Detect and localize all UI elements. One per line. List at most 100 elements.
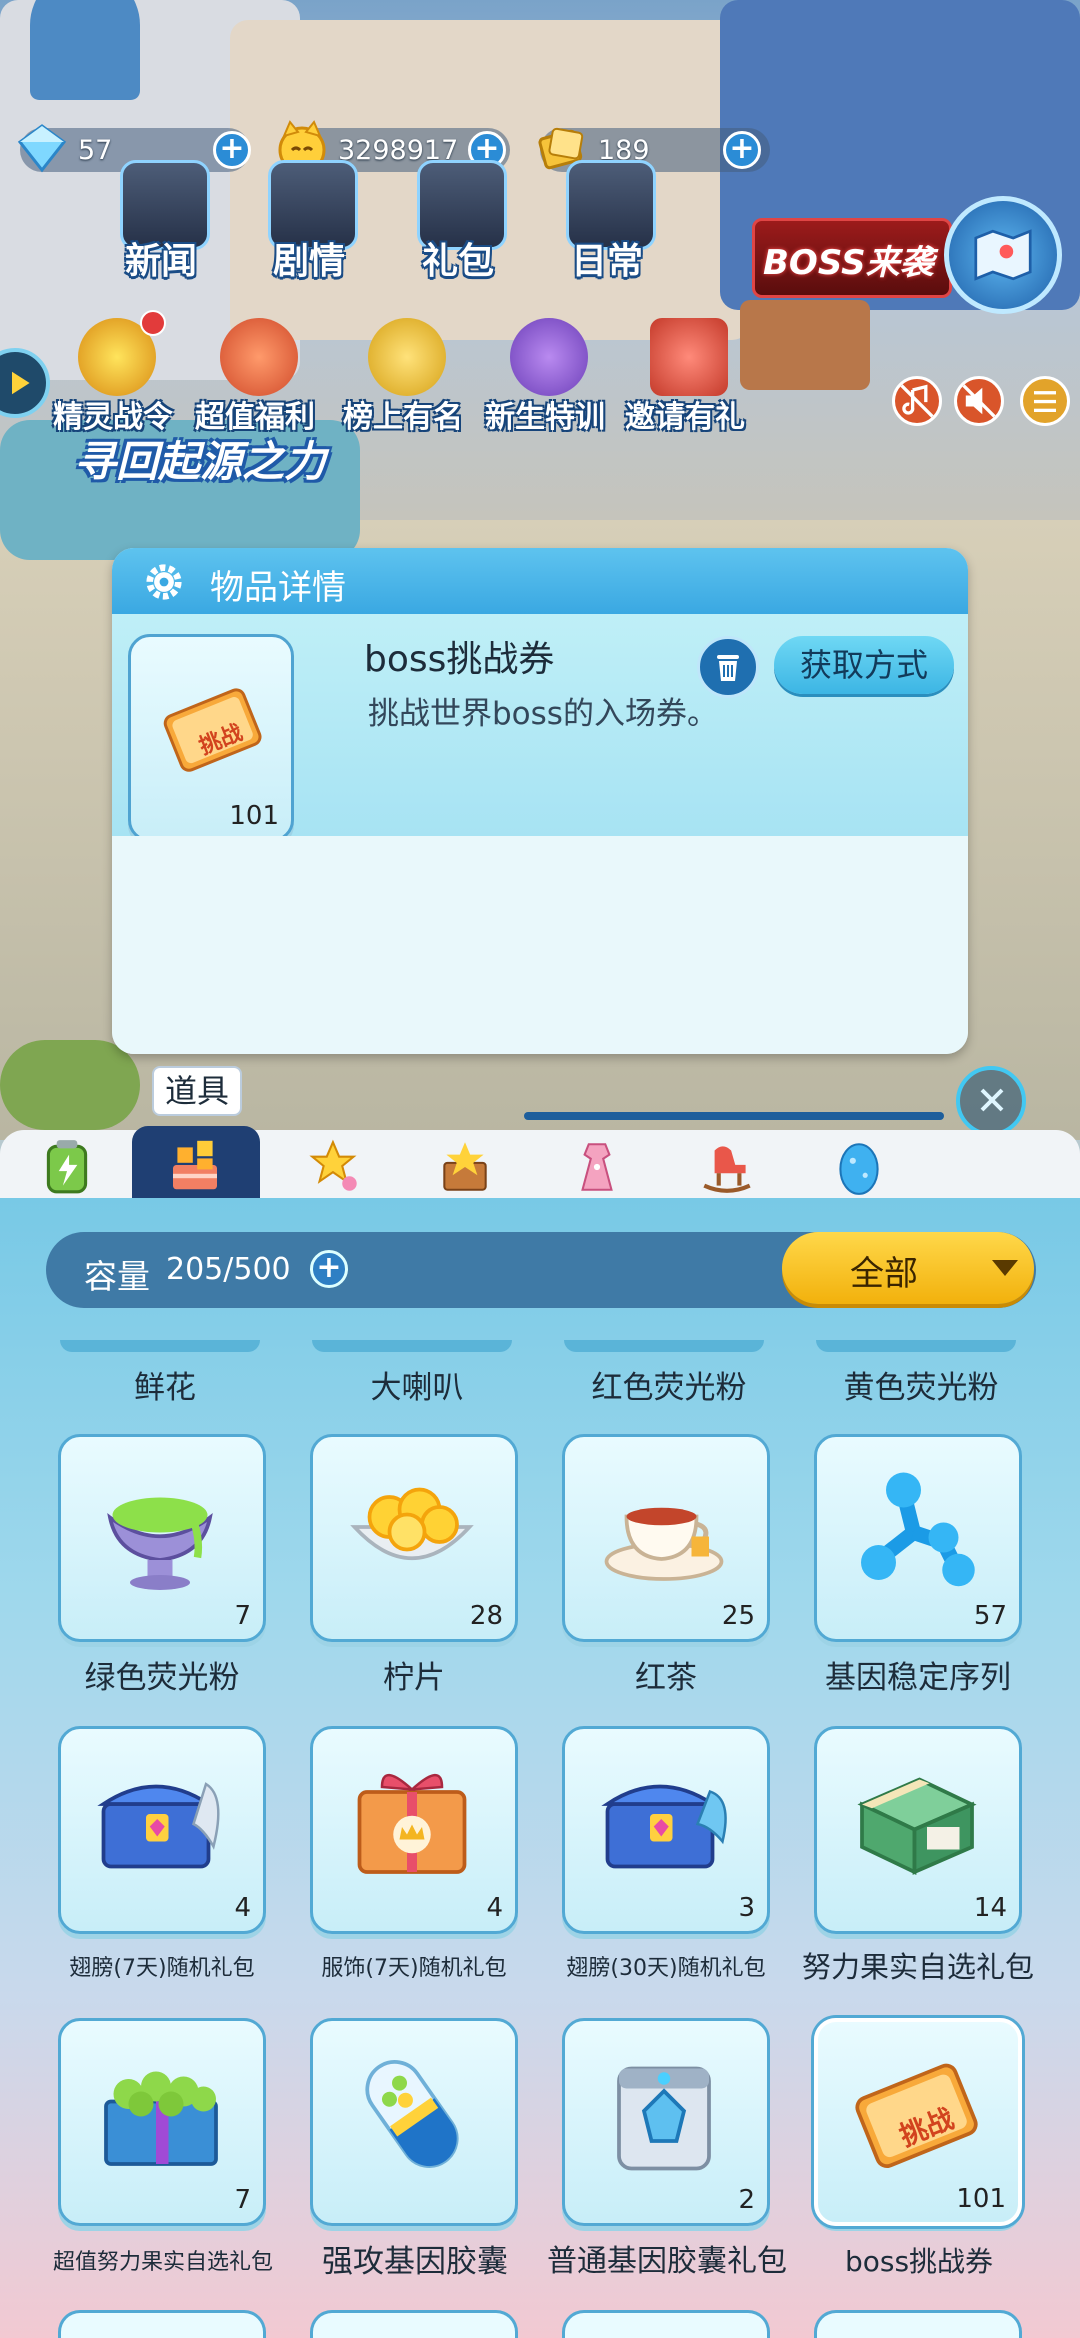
gene-molecule-icon — [861, 1472, 975, 1587]
arrow-right-icon — [12, 371, 30, 395]
item-name: boss挑战券 — [844, 2245, 994, 2278]
item-count: 28 — [469, 1601, 503, 1631]
map-icon — [974, 229, 1032, 281]
detail-item-slot: 挑战 101 — [128, 634, 294, 842]
event-super-value-button[interactable]: 超值福利 — [190, 318, 320, 438]
event-battle-pass-button[interactable]: 精灵战令 — [48, 310, 178, 438]
partial-slot — [816, 1340, 1016, 1352]
item-count: 4 — [234, 1893, 251, 1923]
item-name: 绿色荧光粉 — [84, 1660, 240, 1696]
tab-furniture[interactable] — [420, 1134, 510, 1200]
item-name: 超值努力果实自选礼包 — [52, 2250, 273, 2275]
event-leaderboard-label: 榜上有名 — [343, 400, 463, 435]
green-powder-icon — [107, 1497, 213, 1590]
item-count: 2 — [738, 2185, 755, 2215]
gene-capsule-icon — [365, 2060, 459, 2168]
partial-slot — [312, 1340, 512, 1352]
close-panel-button[interactable] — [956, 1066, 1026, 1136]
mute-sound-button[interactable] — [954, 376, 1004, 426]
castle-dome — [30, 0, 140, 100]
partial-slot — [564, 1340, 764, 1352]
partial-slot — [310, 2310, 518, 2338]
item-name: 基因稳定序列 — [825, 1660, 1011, 1696]
item-name: 努力果实自选礼包 — [802, 1950, 1035, 1984]
inventory-slot-selected[interactable]: 挑战 101 — [814, 2018, 1022, 2226]
tab-decor[interactable] — [290, 1134, 380, 1200]
inventory-slot[interactable]: 7 — [58, 1434, 266, 1642]
event-leaderboard-button[interactable]: 榜上有名 — [338, 318, 468, 438]
capacity-label: 容量 — [84, 1257, 150, 1296]
item-count: 25 — [721, 1601, 755, 1631]
nav-story-button[interactable]: 剧情 — [244, 140, 374, 290]
menu-icon — [1034, 391, 1056, 412]
trash-icon — [717, 655, 739, 681]
event-invite-button[interactable]: 邀请有礼 — [620, 318, 750, 438]
item-count: 7 — [234, 1601, 251, 1631]
nav-daily-label: 日常 — [570, 241, 643, 282]
dialog-footer — [112, 836, 968, 1054]
inventory-slot[interactable]: 4 — [58, 1726, 266, 1934]
inventory-slot[interactable]: 4 — [310, 1726, 518, 1934]
tab-props-active[interactable] — [132, 1126, 260, 1200]
event-newbie-training-button[interactable]: 新生特训 — [480, 318, 610, 438]
map-button[interactable] — [944, 196, 1062, 314]
partial-item-name[interactable]: 红色荧光粉 — [564, 1362, 774, 1407]
item-name: 强攻基因胶囊 — [322, 2244, 508, 2280]
inventory-slot[interactable]: 2 — [562, 2018, 770, 2226]
tab-eggs[interactable] — [814, 1134, 904, 1200]
wing-chest-icon — [97, 1782, 220, 1869]
inventory-slot[interactable] — [310, 2018, 518, 2226]
inventory-slot[interactable]: 7 — [58, 2018, 266, 2226]
boss-ticket-icon: 挑战 — [163, 688, 262, 772]
tab-energy[interactable] — [22, 1134, 112, 1200]
how-to-obtain-button[interactable]: 获取方式 — [774, 636, 954, 694]
nav-story-label: 剧情 — [272, 241, 345, 282]
bench — [740, 300, 870, 390]
partial-item-name[interactable]: 鲜花 — [60, 1362, 270, 1407]
category-tooltip: 道具 — [152, 1066, 242, 1116]
add-gold-ticket-button[interactable]: + — [723, 131, 761, 169]
partial-slot — [814, 2310, 1022, 2338]
event-invite-label: 邀请有礼 — [625, 400, 745, 435]
scene-progress-bar — [524, 1112, 944, 1120]
trophy-icon — [368, 318, 446, 396]
inventory-slot[interactable]: 57 — [814, 1434, 1022, 1642]
props-box-icon — [173, 1140, 217, 1190]
tab-clothing[interactable] — [552, 1134, 642, 1200]
inventory-slot[interactable]: 28 — [310, 1434, 518, 1642]
partial-slot — [562, 2310, 770, 2338]
item-description: 挑战世界boss的入场券。 — [368, 696, 718, 732]
item-name: 普通基因胶囊礼包 — [547, 2244, 787, 2279]
boss-incoming-banner[interactable]: BOSS来袭 — [752, 218, 952, 298]
expand-capacity-button[interactable]: + — [310, 1250, 348, 1288]
item-count: 101 — [956, 2184, 1006, 2214]
partial-item-name[interactable]: 黄色荧光粉 — [816, 1362, 1026, 1407]
dialog-body: 挑战 101 boss挑战券 挑战世界boss的入场券。 获取方式 — [112, 614, 968, 842]
inventory-slot[interactable]: 14 — [814, 1726, 1022, 1934]
chevron-down-icon — [992, 1260, 1018, 1276]
invite-letter-icon — [650, 318, 728, 396]
mute-music-button[interactable] — [892, 376, 942, 426]
nav-daily-button[interactable]: 日常 — [542, 140, 672, 290]
tab-toys[interactable] — [682, 1134, 772, 1200]
star-badge-icon — [510, 318, 588, 396]
battery-icon — [46, 1140, 88, 1194]
partial-slot — [60, 1340, 260, 1352]
nav-news-label: 新闻 — [124, 241, 197, 282]
capsule-case-icon — [617, 2066, 711, 2171]
menu-button[interactable] — [1020, 376, 1070, 426]
diamond-icon — [17, 124, 67, 173]
partial-item-name[interactable]: 大喇叭 — [312, 1362, 522, 1407]
partial-slot — [58, 2310, 266, 2338]
item-name: 柠片 — [383, 1660, 445, 1696]
inventory-slot[interactable]: 3 — [562, 1726, 770, 1934]
nav-gift-pack-button[interactable]: 礼包 — [393, 140, 523, 290]
inventory-slot[interactable]: 25 — [562, 1434, 770, 1642]
gear-icon — [146, 564, 182, 600]
event-banner-text: 寻回起源之力 — [74, 437, 327, 486]
item-name: boss挑战券 — [364, 639, 555, 680]
nav-news-button[interactable]: 新闻 — [96, 140, 226, 290]
item-count: 4 — [486, 1893, 503, 1923]
discard-button[interactable] — [697, 636, 759, 698]
filter-dropdown[interactable]: 全部 — [782, 1232, 1034, 1304]
